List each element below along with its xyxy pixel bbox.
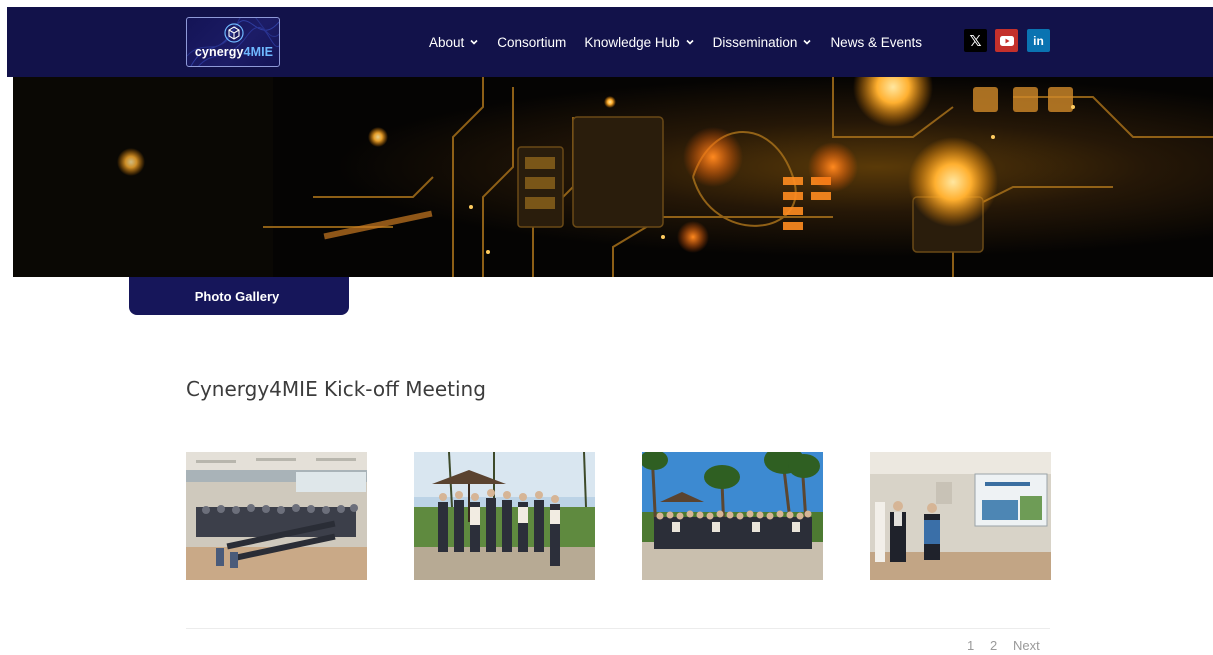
photo-conference-room	[186, 452, 367, 580]
next-page-link[interactable]: Next	[1013, 638, 1040, 655]
gallery-title: Cynergy4MIE Kick-off Meeting	[186, 377, 486, 401]
x-glyph: 𝕏	[969, 32, 982, 50]
linkedin-glyph: in	[1033, 33, 1044, 48]
logo-text: cynergy4MIE	[187, 45, 279, 59]
chevron-down-icon	[686, 39, 694, 45]
page-link-1[interactable]: 1	[967, 638, 974, 655]
pagination-divider	[186, 628, 1050, 629]
nav-item-label: Consortium	[497, 34, 567, 50]
nav-item-label: About	[429, 34, 465, 50]
logo-text-main: cynergy	[194, 45, 244, 59]
gallery-photo-4[interactable]	[870, 452, 1051, 580]
photo-group-umbrella	[414, 452, 595, 580]
nav-item-dissemination[interactable]: Dissemination	[713, 35, 813, 50]
tab-photo-gallery[interactable]: Photo Gallery	[129, 277, 349, 315]
chevron-down-icon	[470, 39, 478, 45]
photo-group-palms	[642, 452, 823, 580]
tab-label: Photo Gallery	[194, 288, 280, 304]
nav-item-news-events[interactable]: News & Events	[830, 35, 922, 50]
logo-text-highlight: 4MIE	[243, 45, 274, 59]
nav-item-about[interactable]: About	[429, 35, 479, 50]
nav-item-label: Dissemination	[712, 34, 798, 50]
site-logo[interactable]: cynergy4MIE	[186, 17, 280, 67]
gallery-photo-1[interactable]	[186, 452, 367, 580]
main-nav: About Consortium Knowledge Hub Dissemina…	[429, 32, 940, 52]
gallery-photo-3[interactable]	[642, 452, 823, 580]
linkedin-icon[interactable]: in	[1027, 29, 1050, 52]
photo-presentation	[870, 452, 1051, 580]
gallery-photo-2[interactable]	[414, 452, 595, 580]
play-icon	[999, 35, 1014, 46]
cube-icon	[224, 23, 244, 43]
youtube-icon[interactable]	[995, 29, 1018, 52]
x-icon[interactable]: 𝕏	[964, 29, 987, 52]
nav-item-label: News & Events	[830, 34, 922, 50]
nav-item-label: Knowledge Hub	[584, 34, 680, 50]
hero-banner	[13, 77, 1213, 277]
photo-gallery-grid	[186, 452, 1051, 580]
site-header: cynergy4MIE About Consortium Knowledge H…	[7, 7, 1213, 77]
page-link-2[interactable]: 2	[990, 638, 997, 655]
nav-item-knowledge-hub[interactable]: Knowledge Hub	[584, 35, 694, 50]
chevron-down-icon	[803, 39, 812, 45]
circuit-board-image	[13, 77, 1213, 277]
nav-item-consortium[interactable]: Consortium	[497, 35, 566, 50]
